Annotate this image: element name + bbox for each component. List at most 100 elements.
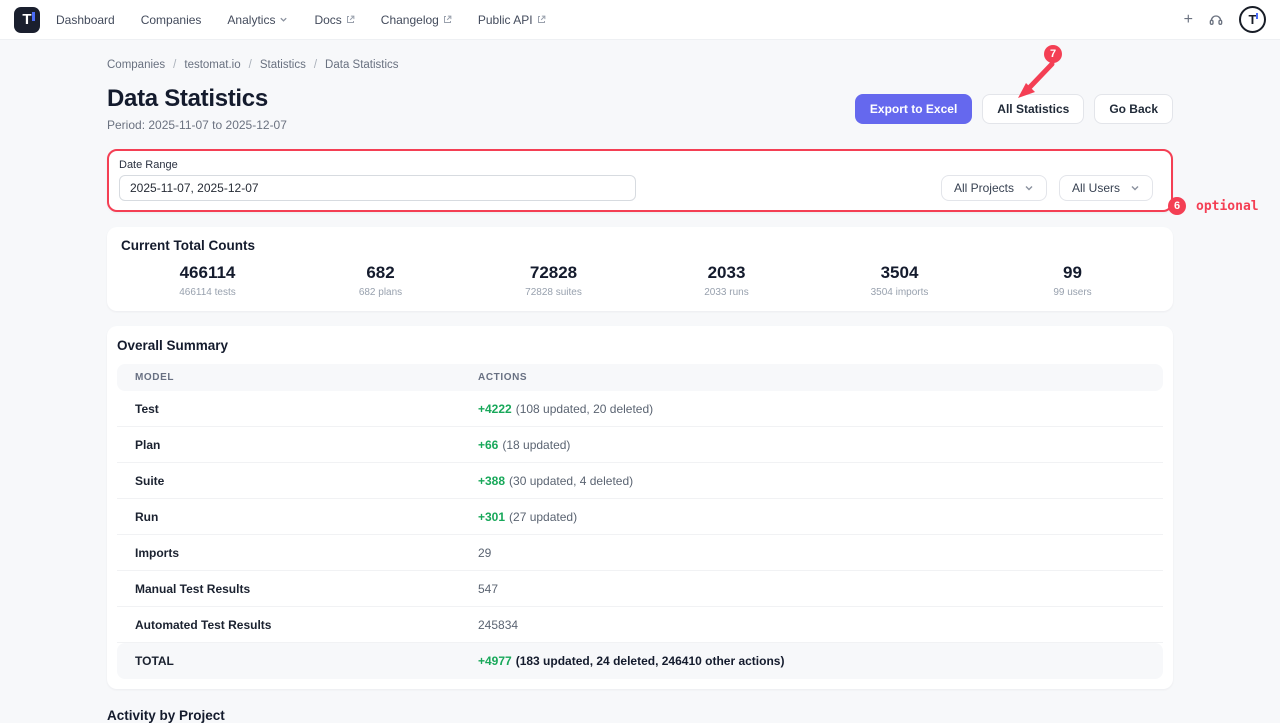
external-link-icon <box>443 15 452 24</box>
column-header-actions: ACTIONS <box>478 372 527 383</box>
current-total-counts-card: Current Total Counts 466114 466114 tests… <box>107 227 1173 311</box>
stat-label: 99 users <box>986 287 1159 298</box>
actions-cell: +66 (18 updated) <box>478 438 570 452</box>
table-header: MODEL ACTIONS <box>117 364 1163 391</box>
add-button[interactable]: + <box>1184 12 1193 28</box>
actions-cell: 245834 <box>478 618 518 632</box>
page-title-block: Data Statistics Period: 2025-11-07 to 20… <box>107 85 287 132</box>
date-range-label: Date Range <box>119 159 1161 171</box>
nav-item-public-api[interactable]: Public API <box>478 13 546 27</box>
avatar-accent <box>1256 13 1258 19</box>
filter-dropdowns: All Projects All Users <box>941 175 1153 201</box>
delta-value: +388 <box>478 474 505 488</box>
delta-value: +4222 <box>478 402 512 416</box>
totals-title: Current Total Counts <box>121 238 1159 253</box>
date-range-input[interactable] <box>119 175 636 201</box>
nav-item-analytics[interactable]: Analytics <box>227 13 288 27</box>
table-row-total: TOTAL +4977 (183 updated, 24 deleted, 24… <box>117 643 1163 679</box>
breadcrumb-company[interactable]: testomat.io <box>184 59 240 71</box>
users-dropdown-label: All Users <box>1072 181 1120 195</box>
date-range-section: Date Range All Projects All Users 6 opti… <box>107 149 1173 212</box>
chevron-down-icon <box>1130 183 1140 193</box>
activity-by-project-title: Activity by Project <box>107 708 1173 723</box>
breadcrumb-companies[interactable]: Companies <box>107 59 165 71</box>
page-title: Data Statistics <box>107 85 287 113</box>
breadcrumb-separator: / <box>173 59 176 71</box>
nav-item-companies[interactable]: Companies <box>141 13 202 27</box>
summary-table: MODEL ACTIONS Test +4222 (108 updated, 2… <box>117 364 1163 679</box>
users-dropdown[interactable]: All Users <box>1059 175 1153 201</box>
details-text: 245834 <box>478 618 518 632</box>
details-text: 29 <box>478 546 491 560</box>
date-range-row: All Projects All Users <box>119 175 1161 201</box>
stat-plans: 682 682 plans <box>294 263 467 298</box>
stat-value: 2033 <box>640 263 813 283</box>
stat-value: 72828 <box>467 263 640 283</box>
table-row-automated-results: Automated Test Results 245834 <box>117 607 1163 643</box>
details-text: (183 updated, 24 deleted, 246410 other a… <box>516 654 785 668</box>
stat-tests: 466114 466114 tests <box>121 263 294 298</box>
table-row-manual-results: Manual Test Results 547 <box>117 571 1163 607</box>
logo-accent <box>32 12 35 21</box>
annotation-optional-label: optional <box>1196 199 1259 214</box>
app-logo[interactable]: T <box>14 7 40 33</box>
model-cell: Imports <box>117 546 478 560</box>
export-to-excel-button[interactable]: Export to Excel <box>855 94 972 124</box>
model-cell: Suite <box>117 474 478 488</box>
stat-imports: 3504 3504 imports <box>813 263 986 298</box>
stat-value: 466114 <box>121 263 294 283</box>
annotation-arrow <box>1008 56 1060 102</box>
go-back-button[interactable]: Go Back <box>1094 94 1173 124</box>
chevron-down-icon <box>1024 183 1034 193</box>
projects-dropdown-label: All Projects <box>954 181 1014 195</box>
nav-links: Dashboard Companies Analytics Docs Chang… <box>56 13 546 27</box>
external-link-icon <box>346 15 355 24</box>
support-icon[interactable] <box>1208 12 1224 28</box>
breadcrumb-current: Data Statistics <box>325 59 399 71</box>
breadcrumb-statistics[interactable]: Statistics <box>260 59 306 71</box>
main-content: Companies / testomat.io / Statistics / D… <box>107 59 1173 723</box>
stat-value: 682 <box>294 263 467 283</box>
period-text: Period: 2025-11-07 to 2025-12-07 <box>107 118 287 132</box>
delta-value: +66 <box>478 438 498 452</box>
table-row-imports: Imports 29 <box>117 535 1163 571</box>
projects-dropdown[interactable]: All Projects <box>941 175 1047 201</box>
nav-item-label: Public API <box>478 13 533 27</box>
stat-label: 682 plans <box>294 287 467 298</box>
delta-value: +301 <box>478 510 505 524</box>
top-navbar: T Dashboard Companies Analytics Docs Cha… <box>0 0 1280 40</box>
nav-item-dashboard[interactable]: Dashboard <box>56 13 115 27</box>
column-header-model: MODEL <box>117 372 478 383</box>
model-cell: Manual Test Results <box>117 582 478 596</box>
nav-item-label: Docs <box>314 13 341 27</box>
breadcrumb-separator: / <box>314 59 317 71</box>
stat-label: 2033 runs <box>640 287 813 298</box>
stats-row: 466114 466114 tests 682 682 plans 72828 … <box>121 263 1159 298</box>
details-text: (18 updated) <box>502 438 570 452</box>
nav-item-label: Analytics <box>227 13 275 27</box>
actions-cell: +388 (30 updated, 4 deleted) <box>478 474 633 488</box>
model-cell: Automated Test Results <box>117 618 478 632</box>
external-link-icon <box>537 15 546 24</box>
actions-cell: 547 <box>478 582 498 596</box>
actions-cell: 29 <box>478 546 491 560</box>
navbar-right: + T <box>1184 6 1266 33</box>
delta-value: +4977 <box>478 654 512 668</box>
user-avatar[interactable]: T <box>1239 6 1266 33</box>
nav-item-label: Changelog <box>381 13 439 27</box>
nav-item-docs[interactable]: Docs <box>314 13 354 27</box>
details-text: 547 <box>478 582 498 596</box>
model-cell: Test <box>117 402 478 416</box>
stat-runs: 2033 2033 runs <box>640 263 813 298</box>
nav-item-changelog[interactable]: Changelog <box>381 13 452 27</box>
nav-item-label: Dashboard <box>56 13 115 27</box>
model-cell: TOTAL <box>117 654 478 668</box>
stat-value: 99 <box>986 263 1159 283</box>
chevron-down-icon <box>279 15 288 24</box>
stat-users: 99 99 users <box>986 263 1159 298</box>
breadcrumb-separator: / <box>249 59 252 71</box>
details-text: (27 updated) <box>509 510 577 524</box>
stat-label: 3504 imports <box>813 287 986 298</box>
annotation-circle-6: 6 <box>1168 197 1186 215</box>
details-text: (108 updated, 20 deleted) <box>516 402 653 416</box>
